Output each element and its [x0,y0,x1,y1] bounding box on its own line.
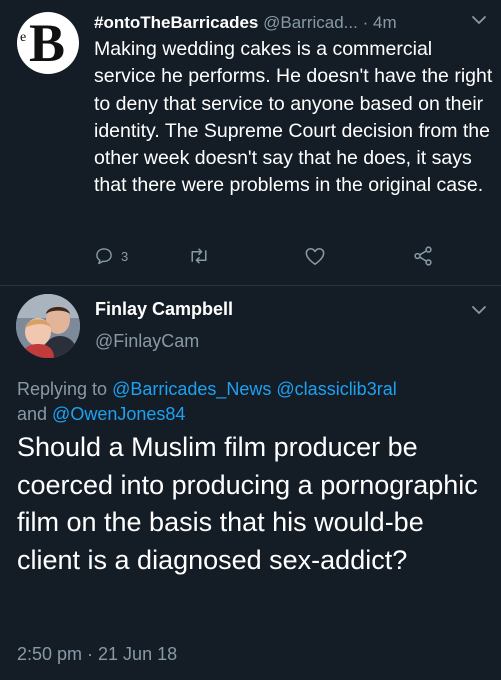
user-handle[interactable]: @Barricad... [263,13,358,32]
replying-to: Replying to @Barricades_News @classiclib… [17,377,487,427]
tweet-card-2[interactable]: Finlay Campbell @FinlayCam Replying to @… [0,286,501,680]
share-button[interactable] [412,243,434,269]
tweet-header: #ontoTheBarricades @Barricad... · 4m [94,10,494,36]
chevron-down-icon[interactable] [469,300,489,320]
tweet-text: Should a Muslim film producer be coerced… [17,432,478,575]
profile-photo [16,294,80,358]
separator: · [362,13,369,32]
and-text: and [17,404,53,424]
tweet-text: Making wedding cakes is a commercial ser… [94,38,493,197]
user-handle[interactable]: @FinlayCam [95,331,199,352]
avatar-small-letter: e [20,30,27,45]
avatar-finlay[interactable] [16,294,80,358]
like-button[interactable] [304,243,326,269]
mention-link[interactable]: @Barricades_News [112,379,271,399]
avatar-barricades[interactable]: e B [17,12,79,74]
display-name[interactable]: #ontoTheBarricades [94,13,258,32]
tweet-card-1[interactable]: e B #ontoTheBarricades @Barricad... · 4m… [0,0,501,285]
retweet-icon [191,248,207,264]
replying-prefix: Replying to [17,379,113,399]
reply-icon [96,248,112,265]
mention-link[interactable]: @classiclib3ral [276,379,396,399]
avatar-letter: B [29,13,66,73]
reply-count: 3 [121,248,129,264]
reply-button[interactable]: 3 [94,243,128,269]
tweet-date[interactable]: 2:50 pm · 21 Jun 18 [17,644,177,665]
share-icon [414,246,432,266]
mention-link[interactable]: @OwenJones84 [52,404,185,424]
display-name[interactable]: Finlay Campbell [95,299,233,320]
retweet-button[interactable] [188,243,210,269]
tweet-actions: 3 [94,243,444,269]
like-icon [305,247,325,265]
chevron-down-icon[interactable] [469,10,489,30]
timestamp[interactable]: 4m [373,13,397,32]
